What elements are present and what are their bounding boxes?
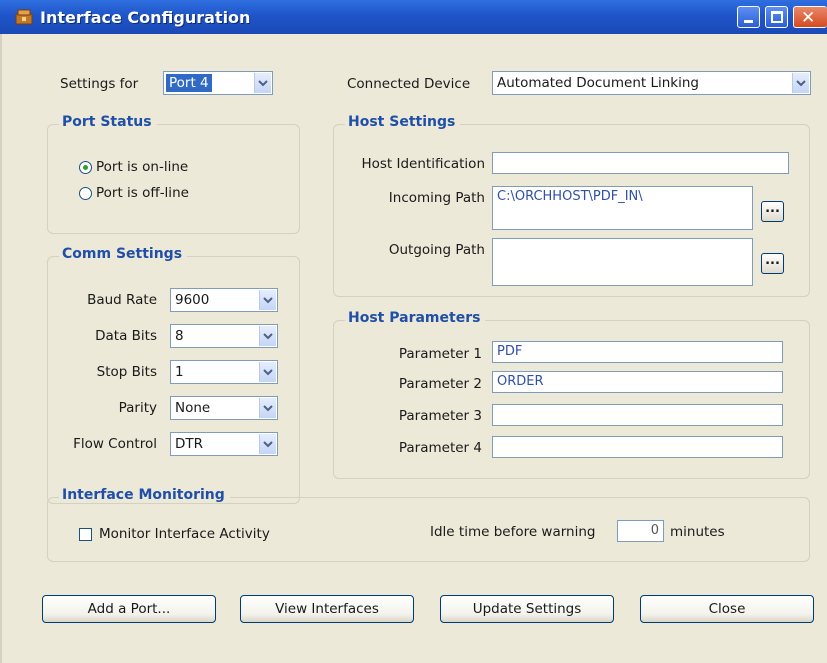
port-online-label[interactable]: Port is on-line: [96, 159, 188, 175]
settings-for-value: Port 4: [166, 74, 212, 92]
chevron-down-icon[interactable]: [259, 434, 276, 454]
interface-monitoring-title: Interface Monitoring: [59, 487, 230, 503]
title-bar[interactable]: Interface Configuration ✕: [0, 0, 827, 34]
parity-label: Parity: [118, 400, 157, 416]
host-identification-label: Host Identification: [361, 156, 485, 172]
parameter-2-input[interactable]: ORDER: [492, 371, 783, 393]
flow-control-label: Flow Control: [73, 436, 157, 452]
window-title: Interface Configuration: [40, 8, 251, 27]
port-status-title: Port Status: [59, 114, 157, 130]
monitor-activity-label[interactable]: Monitor Interface Activity: [99, 526, 270, 542]
chevron-down-icon[interactable]: [259, 362, 276, 382]
port-status-group: [47, 124, 300, 234]
host-identification-input[interactable]: [492, 152, 789, 174]
connected-device-value: Automated Document Linking: [497, 75, 699, 91]
incoming-path-label: Incoming Path: [388, 190, 485, 206]
outgoing-path-input[interactable]: [492, 238, 753, 286]
idle-time-unit: minutes: [670, 524, 725, 540]
parameter-3-input[interactable]: [492, 404, 783, 426]
connected-device-select[interactable]: Automated Document Linking: [492, 71, 811, 95]
data-bits-label: Data Bits: [95, 328, 157, 344]
host-settings-title: Host Settings: [345, 114, 461, 130]
chevron-down-icon[interactable]: [259, 398, 276, 418]
parameter-1-label: Parameter 1: [398, 346, 482, 362]
data-bits-value: 8: [175, 328, 184, 344]
outgoing-path-browse-button[interactable]: ...: [761, 253, 784, 274]
chevron-down-icon[interactable]: [254, 73, 271, 93]
app-icon: [15, 9, 33, 25]
monitor-activity-checkbox[interactable]: [79, 528, 92, 541]
incoming-path-input[interactable]: C:\ORCHHOST\PDF_IN\: [492, 186, 753, 230]
data-bits-select[interactable]: 8: [170, 324, 278, 348]
comm-settings-title: Comm Settings: [59, 246, 188, 262]
parameter-2-label: Parameter 2: [398, 376, 482, 392]
parameter-1-input[interactable]: PDF: [492, 341, 783, 363]
parity-select[interactable]: None: [170, 396, 278, 420]
parameter-3-label: Parameter 3: [398, 408, 482, 424]
parameter-4-label: Parameter 4: [398, 440, 482, 456]
chevron-down-icon[interactable]: [259, 290, 276, 310]
baud-rate-value: 9600: [175, 292, 210, 308]
connected-device-label: Connected Device: [347, 76, 471, 92]
update-settings-button[interactable]: Update Settings: [440, 595, 614, 623]
settings-for-select[interactable]: Port 4: [163, 71, 273, 95]
flow-control-value: DTR: [175, 436, 204, 452]
chevron-down-icon[interactable]: [792, 73, 809, 93]
chevron-down-icon[interactable]: [259, 326, 276, 346]
dialog-window: Interface Configuration ✕ Settings for P…: [0, 0, 827, 663]
stop-bits-select[interactable]: 1: [170, 360, 278, 384]
port-offline-radio[interactable]: [79, 187, 92, 200]
settings-for-label: Settings for: [60, 76, 139, 92]
outgoing-path-label: Outgoing Path: [388, 242, 485, 258]
view-interfaces-button[interactable]: View Interfaces: [240, 595, 414, 623]
close-icon: ✕: [801, 8, 816, 28]
maximize-button[interactable]: [765, 6, 788, 28]
flow-control-select[interactable]: DTR: [170, 432, 278, 456]
dialog-body: Settings for Port 4 Connected Device Aut…: [0, 34, 827, 663]
idle-time-input[interactable]: 0: [617, 520, 664, 542]
port-online-radio[interactable]: [79, 161, 92, 174]
close-button[interactable]: Close: [640, 595, 814, 623]
add-port-button[interactable]: Add a Port...: [42, 595, 216, 623]
radio-selected-dot: [83, 165, 88, 170]
parameter-4-input[interactable]: [492, 436, 783, 458]
port-offline-label[interactable]: Port is off-line: [96, 185, 189, 201]
parity-value: None: [175, 400, 211, 416]
baud-rate-select[interactable]: 9600: [170, 288, 278, 312]
minimize-button[interactable]: [737, 6, 760, 28]
stop-bits-label: Stop Bits: [96, 364, 157, 380]
host-parameters-title: Host Parameters: [345, 310, 486, 326]
idle-time-label: Idle time before warning: [430, 524, 596, 540]
close-window-button[interactable]: ✕: [793, 6, 827, 28]
maximize-icon: [771, 11, 783, 23]
incoming-path-browse-button[interactable]: ...: [761, 201, 784, 222]
stop-bits-value: 1: [175, 364, 184, 380]
baud-rate-label: Baud Rate: [87, 292, 157, 308]
minimize-icon: [744, 20, 753, 23]
